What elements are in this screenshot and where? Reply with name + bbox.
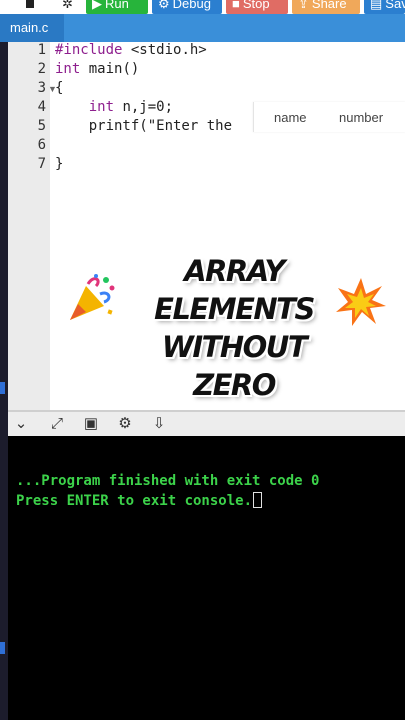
side-marker — [0, 382, 5, 394]
tab-main-c[interactable]: main.c — [0, 14, 64, 42]
save-button[interactable]: ▤Save — [364, 0, 405, 14]
stop-icon: ■ — [232, 0, 240, 11]
debug-label: Debug — [172, 0, 211, 11]
run-button[interactable]: ▶ Run — [86, 0, 148, 14]
share-label: Share — [311, 0, 347, 11]
gear-icon[interactable]: ⚙ — [116, 415, 134, 433]
chevron-down-icon[interactable]: ⌄ — [12, 415, 30, 433]
title-line-1: ARRAY ELEMENTS — [154, 254, 315, 326]
collision-burst-icon — [336, 278, 386, 326]
share-icon: ⇪ — [298, 0, 309, 11]
code-line-5[interactable]: printf("Enter the — [55, 118, 240, 134]
layout-icon[interactable]: ▣ — [82, 415, 100, 433]
top-toolbar: ✲ ▶Run ⚙Debug ■Stop ⇪Share ▤Save — [0, 0, 405, 14]
expand-icon[interactable]: ⤢ — [48, 415, 66, 433]
left-side-strip — [0, 42, 8, 720]
stop-button[interactable]: ■ Stop — [226, 0, 288, 14]
line-number-gutter: 1 2 3 ▼ 4 5 6 7 — [8, 42, 57, 410]
download-icon[interactable]: ⇩ — [150, 415, 168, 433]
line-number: 1 — [37, 42, 46, 58]
settings-button[interactable]: ✲ — [50, 0, 82, 14]
party-popper-icon — [66, 272, 116, 324]
line-number: 4 — [37, 99, 46, 115]
line-number: 6 — [37, 137, 46, 153]
title-line-2: WITHOUT ZERO — [161, 330, 308, 402]
code-line-7[interactable]: } — [55, 156, 63, 172]
autocomplete-name-column[interactable]: name — [274, 110, 307, 125]
console-line-2: Press ENTER to exit console. — [16, 492, 263, 509]
run-label: Run — [105, 0, 129, 11]
code-line-2[interactable]: int main() — [55, 61, 139, 77]
save-icon: ▤ — [370, 0, 383, 11]
console-toolbar: ⌄ ⤢ ▣ ⚙ ⇩ — [8, 410, 405, 438]
square-icon — [26, 0, 34, 8]
console-line-1: ...Program finished with exit code 0 — [16, 473, 320, 489]
stop-square-button[interactable] — [8, 0, 48, 14]
debug-button[interactable]: ⚙ Debug — [152, 0, 222, 14]
side-marker — [0, 642, 5, 654]
share-button[interactable]: ⇪ Share — [292, 0, 360, 14]
autocomplete-popup[interactable]: name number — [253, 102, 405, 132]
line-number: 5 — [37, 118, 46, 134]
console-line-2-text: Press ENTER to exit console. — [16, 493, 253, 509]
output-console[interactable]: ...Program finished with exit code 0 Pre… — [8, 436, 405, 720]
code-line-1[interactable]: #include <stdio.h> — [55, 42, 207, 58]
code-line-3[interactable]: { — [55, 80, 63, 96]
save-label: Save — [385, 0, 405, 11]
gear-icon: ✲ — [62, 0, 73, 11]
autocomplete-number-column[interactable]: number — [339, 110, 383, 125]
bug-icon: ⚙ — [158, 0, 170, 11]
line-number: 3 — [37, 80, 46, 96]
line-number: 7 — [37, 156, 46, 172]
line-number: 2 — [37, 61, 46, 77]
text-cursor — [253, 492, 263, 508]
overlay-title: ARRAY ELEMENTS WITHOUT ZERO — [120, 252, 348, 404]
stop-label: Stop — [242, 0, 270, 11]
code-line-4[interactable]: int n,j=0; — [55, 99, 173, 115]
play-icon: ▶ — [92, 0, 102, 11]
